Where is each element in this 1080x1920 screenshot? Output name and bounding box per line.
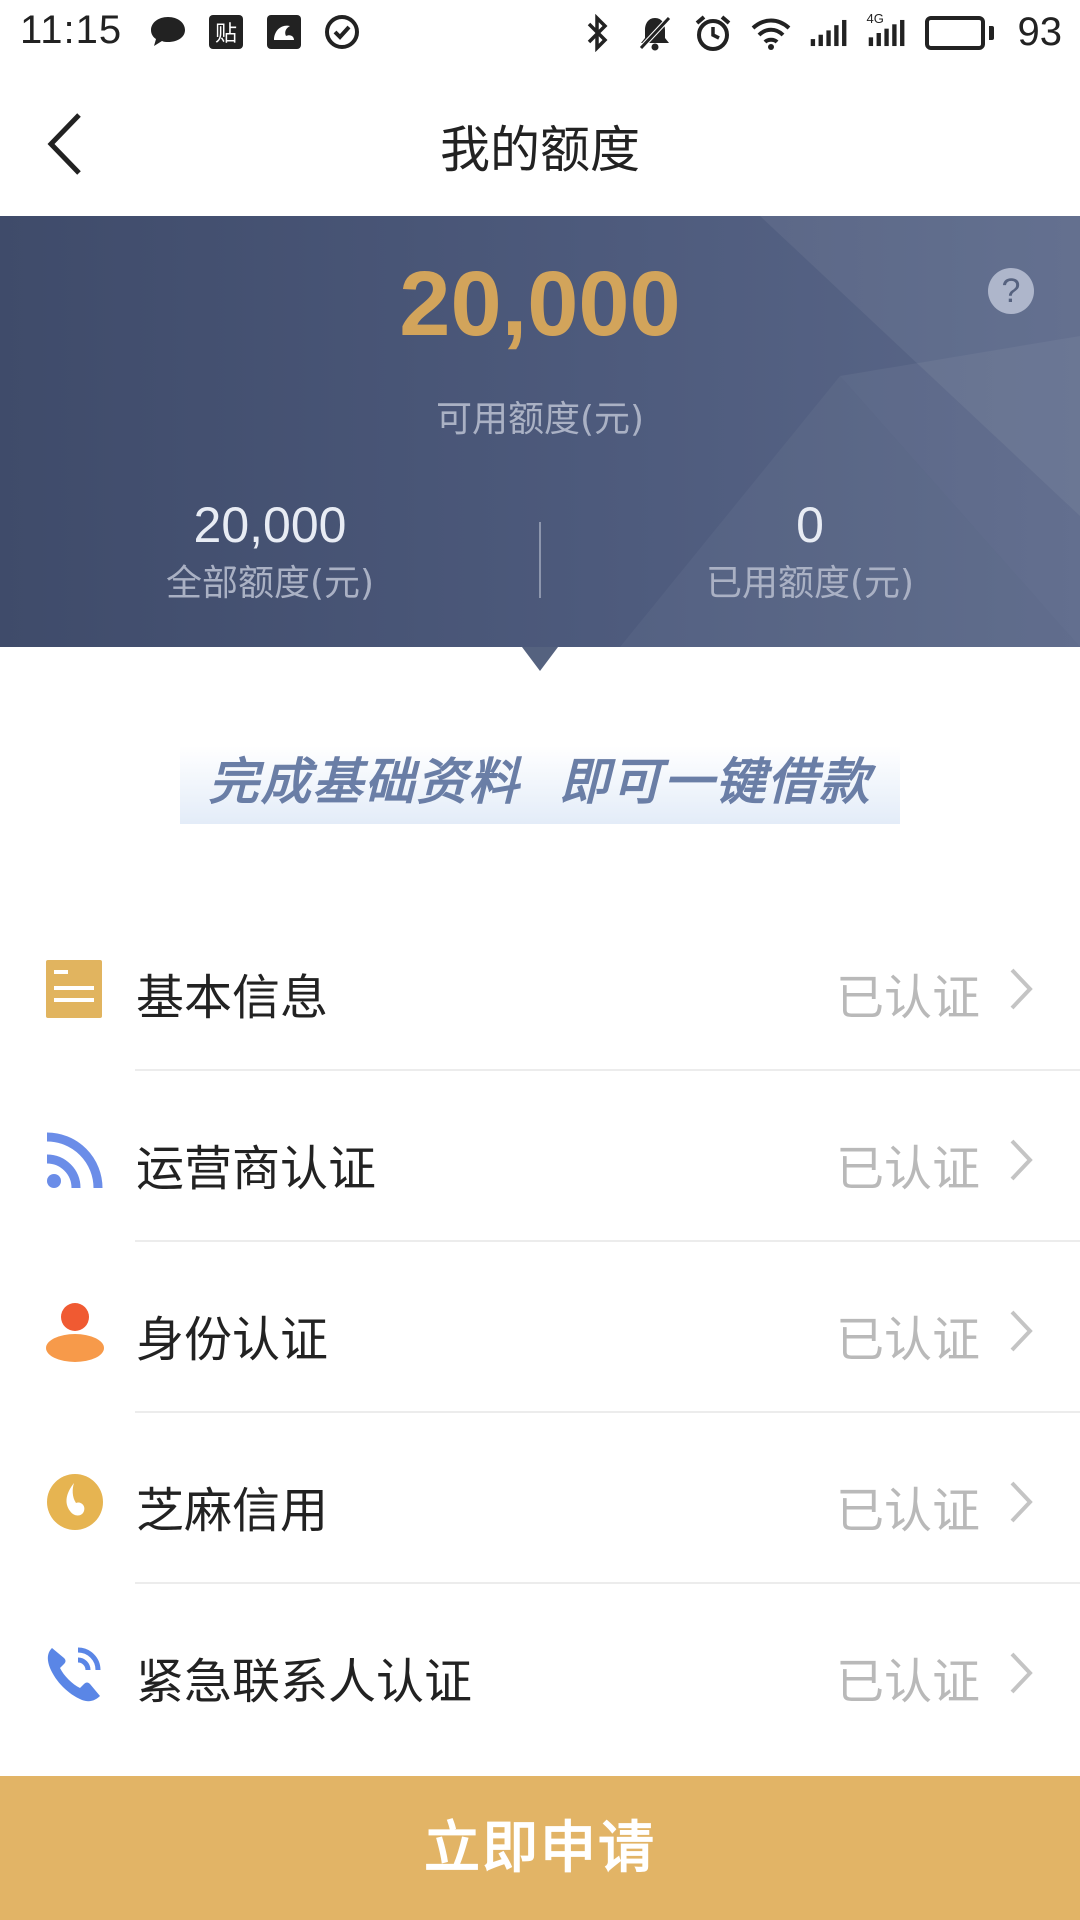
battery-icon <box>924 15 994 50</box>
app-root: 11:15 贴 4G 93 我的额度 20,000 可用额度(元) ? 20,0… <box>0 0 1080 1920</box>
4g-signal-icon: 4G <box>866 10 907 53</box>
tie-app-icon: 贴 <box>206 12 246 52</box>
verify-item-label: 运营商认证 <box>136 1141 377 1197</box>
svg-text:贴: 贴 <box>215 22 237 47</box>
wifi-icon <box>751 13 791 53</box>
used-quota-stat: 0 已用额度(元) <box>540 496 1080 606</box>
help-button[interactable]: ? <box>988 268 1034 314</box>
person-icon <box>46 1303 104 1362</box>
chevron-right-icon <box>1010 1481 1033 1523</box>
apply-now-button[interactable]: 立即申请 <box>0 1776 1080 1920</box>
quota-panel: 20,000 可用额度(元) ? 20,000 全部额度(元) 0 已用额度(元… <box>0 216 1080 647</box>
total-quota-label: 全部额度(元) <box>165 563 375 604</box>
verify-item-status: 已认证 <box>835 1654 980 1710</box>
verify-item-identity[interactable]: 身份认证 已认证 <box>0 1242 1080 1413</box>
chat-bubble-icon <box>148 12 188 52</box>
document-icon <box>46 960 102 1018</box>
chevron-right-icon <box>1010 1310 1033 1352</box>
chevron-right-icon <box>1010 968 1033 1010</box>
slogan-text: 完成基础资料 即可一键借款 <box>208 752 872 811</box>
verify-item-carrier[interactable]: 运营商认证 已认证 <box>0 1071 1080 1242</box>
verify-item-label: 芝麻信用 <box>136 1483 329 1539</box>
verify-item-label: 基本信息 <box>136 970 329 1026</box>
status-system-icons: 4G 93 <box>577 10 1063 55</box>
verify-item-status: 已认证 <box>835 970 980 1026</box>
available-amount: 20,000 <box>399 253 681 355</box>
verify-item-emergency-contact[interactable]: 紧急联系人认证 已认证 <box>0 1584 1080 1755</box>
used-quota-value: 0 <box>796 497 824 553</box>
verify-item-status: 已认证 <box>835 1312 980 1368</box>
signal-icon <box>809 13 849 53</box>
used-quota-label: 已用额度(元) <box>705 563 915 604</box>
question-mark-icon: ? <box>1001 271 1021 310</box>
signal-broadcast-icon <box>46 1132 103 1189</box>
slogan-banner: 完成基础资料 即可一键借款 <box>180 746 900 824</box>
verify-item-status: 已认证 <box>835 1483 980 1539</box>
mute-bell-icon <box>635 13 675 53</box>
available-label: 可用额度(元) <box>435 399 645 440</box>
chevron-right-icon <box>1010 1139 1033 1181</box>
nav-bar: 我的额度 <box>0 66 1080 216</box>
verify-item-label: 身份认证 <box>136 1312 329 1368</box>
verify-item-basic-info[interactable]: 基本信息 已认证 <box>0 900 1080 1071</box>
verification-list: 基本信息 已认证 运营商认证 已认证 身份认证 已认证 芝麻信用 已认证 紧急联… <box>0 900 1080 1755</box>
page-title: 我的额度 <box>440 121 640 179</box>
sesame-icon <box>47 1474 103 1530</box>
total-quota-value: 20,000 <box>193 497 347 553</box>
status-time: 11:15 <box>20 8 123 52</box>
network-type-label: 4G <box>866 10 884 26</box>
phone-call-icon <box>47 1647 101 1702</box>
battery-percent: 93 <box>1017 10 1063 54</box>
verify-item-status: 已认证 <box>835 1141 980 1197</box>
verify-item-sesame-credit[interactable]: 芝麻信用 已认证 <box>0 1413 1080 1584</box>
status-bar: 11:15 贴 4G 93 <box>0 0 1080 66</box>
check-circle-icon <box>322 12 362 52</box>
verify-item-label: 紧急联系人认证 <box>136 1654 473 1710</box>
panel-pointer-arrow <box>522 647 558 671</box>
alarm-icon <box>693 13 733 53</box>
status-notification-icons: 贴 <box>148 12 362 52</box>
total-quota-stat: 20,000 全部额度(元) <box>0 496 540 606</box>
uc-browser-icon <box>264 12 304 52</box>
bluetooth-icon <box>577 13 617 53</box>
chevron-right-icon <box>1010 1652 1033 1694</box>
